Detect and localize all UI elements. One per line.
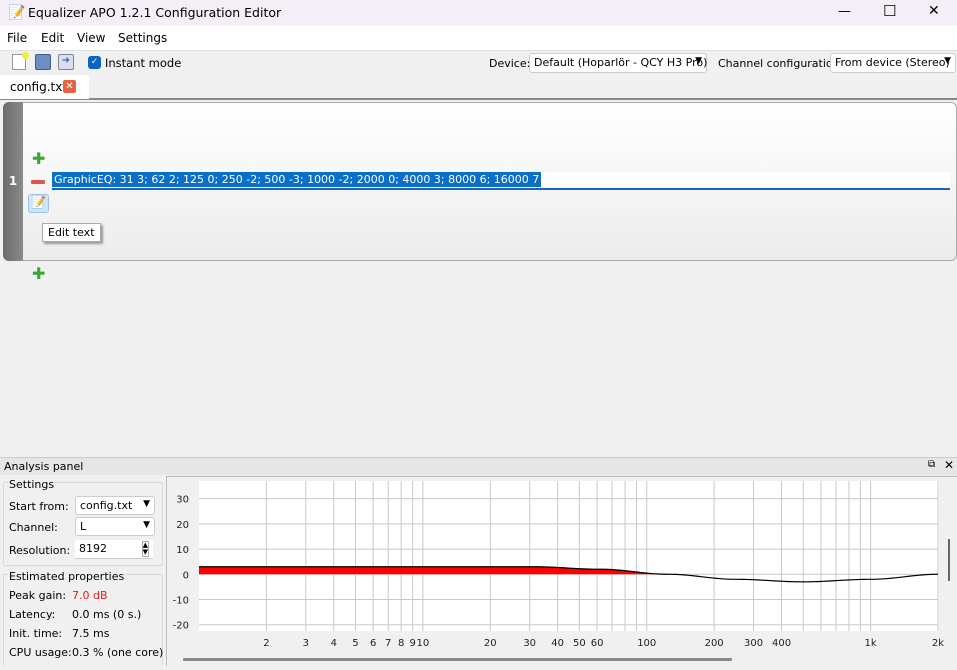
resolution-label: Resolution: bbox=[9, 544, 71, 557]
vertical-scrollbar[interactable] bbox=[948, 539, 950, 581]
x-tick-label: 30 bbox=[523, 638, 536, 649]
x-tick-label: 9 bbox=[409, 638, 415, 649]
tab-config-txt[interactable]: config.txt ✕ bbox=[0, 75, 89, 99]
app-notepad-icon: 📝 bbox=[8, 5, 26, 21]
x-tick-label: 6 bbox=[370, 638, 376, 649]
menu-view[interactable]: View bbox=[77, 31, 105, 45]
start-from-value: config.txt bbox=[80, 499, 133, 512]
toolbar: ➜ ✓ Instant mode Device: Default (Hoparl… bbox=[0, 50, 957, 74]
x-tick-label: 5 bbox=[352, 638, 358, 649]
x-tick-label: 300 bbox=[744, 638, 763, 649]
channel-value: L bbox=[80, 520, 87, 533]
channel-configuration-select[interactable]: From device (Stereo) ▼ bbox=[830, 53, 956, 73]
start-from-select[interactable]: config.txt ▼ bbox=[75, 496, 155, 515]
x-tick-label: 4 bbox=[331, 638, 337, 649]
chevron-down-icon: ▼ bbox=[143, 520, 150, 530]
horizontal-scrollbar[interactable] bbox=[183, 658, 732, 661]
menu-bar: File Edit View Settings bbox=[0, 26, 957, 50]
y-tick-label: 10 bbox=[176, 545, 189, 556]
close-tab-icon[interactable]: ✕ bbox=[63, 80, 76, 93]
x-tick-label: 1k bbox=[865, 638, 877, 649]
latency-label: Latency: bbox=[9, 608, 56, 621]
y-tick-label: 0 bbox=[183, 570, 189, 581]
device-label: Device: bbox=[489, 57, 531, 70]
selected-line-text: GraphicEQ: 31 3; 62 2; 125 0; 250 -2; 50… bbox=[52, 172, 542, 187]
menu-edit[interactable]: Edit bbox=[41, 31, 64, 45]
tab-bar bbox=[0, 74, 957, 100]
analysis-panel-title: Analysis panel bbox=[4, 460, 84, 473]
x-tick-label: 40 bbox=[551, 638, 564, 649]
chevron-down-icon: ▼ bbox=[143, 499, 150, 509]
minimize-button[interactable]: — bbox=[838, 4, 851, 19]
float-panel-icon[interactable]: ⧉ bbox=[928, 459, 935, 470]
instant-mode-label: Instant mode bbox=[105, 56, 182, 70]
tab-label: config.txt bbox=[10, 80, 68, 94]
resolution-value: 8192 bbox=[79, 542, 107, 555]
peak-gain-value: 7.0 dB bbox=[72, 589, 108, 602]
line-number: 1 bbox=[3, 102, 23, 261]
plot-area bbox=[199, 481, 939, 631]
y-tick-label: -10 bbox=[173, 595, 189, 606]
line-text-input[interactable]: GraphicEQ: 31 3; 62 2; 125 0; 250 -2; 50… bbox=[52, 172, 950, 190]
settings-title: Settings bbox=[8, 478, 56, 491]
analysis-panel-header: Analysis panel ⧉ ✕ bbox=[0, 457, 957, 475]
x-tick-label: 8 bbox=[398, 638, 404, 649]
edit-text-icon[interactable]: 📝 bbox=[28, 194, 49, 213]
cpu-usage-value: 0.3 % (one core) bbox=[72, 646, 164, 659]
device-value: Default (Hoparlör - QCY H3 Pro) bbox=[534, 56, 708, 69]
window-title: Equalizer APO 1.2.1 Configuration Editor bbox=[28, 5, 282, 20]
tooltip: Edit text bbox=[42, 223, 101, 242]
menu-settings[interactable]: Settings bbox=[118, 31, 167, 45]
chevron-down-icon: ▼ bbox=[944, 56, 951, 66]
x-tick-label: 2k bbox=[932, 638, 944, 649]
peak-gain-label: Peak gain: bbox=[9, 589, 67, 602]
device-select[interactable]: Default (Hoparlör - QCY H3 Pro) ▼ bbox=[529, 53, 707, 73]
menu-file[interactable]: File bbox=[7, 31, 27, 45]
channel-label: Channel: bbox=[9, 521, 58, 534]
frequency-response-chart[interactable]: 30 20 10 0 -10 -20 2 3 4 5 6 7 8 9 10 20 30 40 50 60 100 200 3… bbox=[166, 476, 957, 667]
add-line-below-icon[interactable]: ✚ bbox=[32, 266, 45, 282]
channel-configuration-value: From device (Stereo) bbox=[835, 56, 950, 69]
new-file-icon[interactable] bbox=[12, 52, 29, 70]
y-tick-label: -20 bbox=[173, 621, 189, 632]
x-tick-label: 7 bbox=[385, 638, 391, 649]
maximize-button[interactable]: ☐ bbox=[883, 2, 896, 20]
x-tick-label: 60 bbox=[591, 638, 604, 649]
x-tick-label: 100 bbox=[637, 638, 656, 649]
init-time-label: Init. time: bbox=[9, 627, 63, 640]
latency-value: 0.0 ms (0 s.) bbox=[72, 608, 142, 621]
x-tick-label: 20 bbox=[484, 638, 497, 649]
add-line-above-icon[interactable]: ✚ bbox=[32, 151, 45, 167]
instant-mode-checkbox[interactable]: ✓ bbox=[88, 56, 101, 69]
cpu-usage-label: CPU usage: bbox=[9, 646, 72, 659]
channel-select[interactable]: L ▼ bbox=[75, 517, 155, 536]
y-tick-label: 30 bbox=[176, 495, 189, 506]
title-bar: 📝 Equalizer APO 1.2.1 Configuration Edit… bbox=[0, 0, 957, 26]
x-tick-label: 2 bbox=[263, 638, 269, 649]
chevron-down-icon: ▼ bbox=[695, 56, 702, 66]
close-button[interactable]: ✕ bbox=[928, 3, 940, 19]
start-from-label: Start from: bbox=[9, 500, 69, 513]
x-tick-label: 200 bbox=[705, 638, 724, 649]
save-file-icon[interactable]: ➜ bbox=[58, 54, 74, 70]
channel-configuration-label: Channel configuration: bbox=[718, 57, 844, 70]
x-tick-label: 400 bbox=[772, 638, 791, 649]
y-tick-label: 20 bbox=[176, 520, 189, 531]
x-tick-label: 3 bbox=[303, 638, 309, 649]
x-tick-label: 10 bbox=[417, 638, 430, 649]
x-tick-label: 50 bbox=[573, 638, 586, 649]
resolution-spinbox[interactable]: 8192 ▲ ▼ bbox=[75, 540, 153, 559]
open-file-icon[interactable] bbox=[35, 54, 51, 70]
estimated-properties-title: Estimated properties bbox=[8, 570, 126, 583]
init-time-value: 7.5 ms bbox=[72, 627, 110, 640]
spin-arrows-icon[interactable]: ▲ ▼ bbox=[141, 541, 149, 557]
chart-svg: 3020100-10-202 3 4 5 6 7 8 9 10 20 30 40 50 60 100 200 3… bbox=[167, 477, 957, 667]
close-panel-icon[interactable]: ✕ bbox=[944, 458, 954, 472]
remove-line-icon[interactable] bbox=[31, 180, 45, 184]
